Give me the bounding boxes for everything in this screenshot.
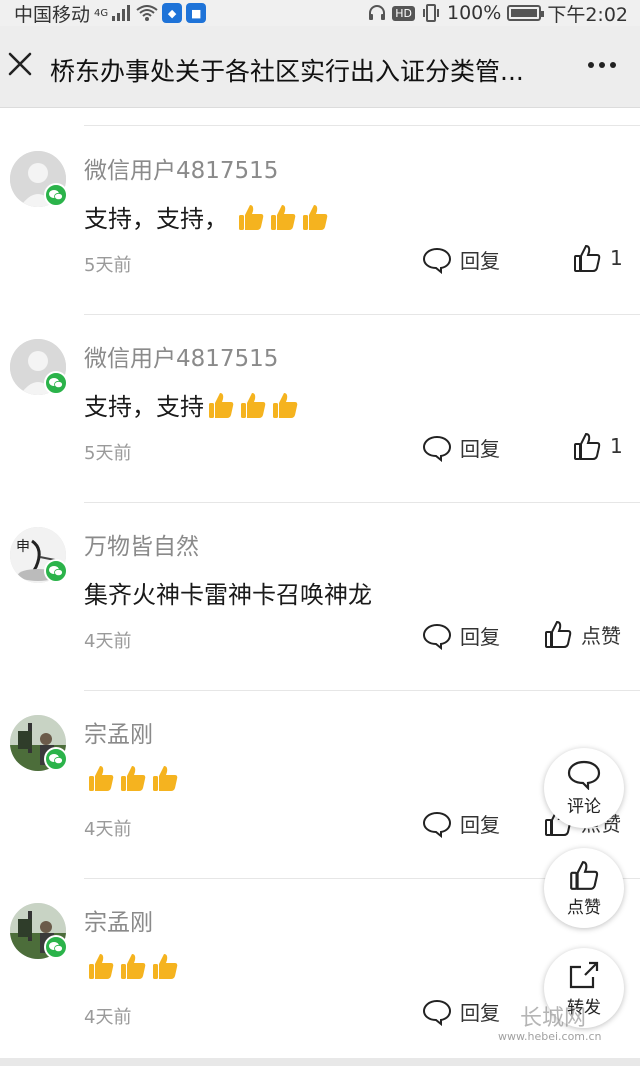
avatar[interactable]: [10, 715, 68, 771]
reply-button[interactable]: 回复: [422, 245, 500, 274]
comment-text: [84, 951, 180, 981]
wechat-icon: [44, 935, 68, 959]
thumbs-up-icon: [570, 860, 599, 890]
thumbs-up-icon: [574, 432, 601, 460]
thumbs-up-emoji: [204, 390, 300, 420]
comment-username[interactable]: 微信用户4817515: [84, 151, 278, 185]
comment-time: 4天前: [84, 819, 132, 840]
like-button[interactable]: 1: [572, 431, 623, 461]
comment-text: 集齐火神卡雷神卡召唤神龙: [84, 575, 372, 610]
watermark-url: www.hebei.com.cn: [498, 1030, 602, 1043]
close-icon[interactable]: [6, 50, 34, 78]
reply-bubble-icon: [422, 247, 452, 274]
reply-label: 回复: [460, 625, 500, 649]
comment-username[interactable]: 宗孟刚: [84, 903, 153, 937]
headset-icon: [368, 4, 386, 22]
wechat-icon: [44, 559, 68, 583]
avatar[interactable]: [10, 903, 68, 959]
avatar[interactable]: 申: [10, 527, 68, 583]
hd-badge: HD: [392, 5, 415, 21]
reply-bubble-icon: [422, 435, 452, 462]
comment-fab-label: 评论: [567, 796, 601, 817]
like-button[interactable]: 1: [572, 243, 623, 273]
comment-time: 4天前: [84, 631, 132, 652]
comment-text: 支持，支持，: [84, 199, 330, 234]
reply-label: 回复: [460, 437, 500, 461]
app-shield-icon: ◆: [162, 3, 183, 23]
comment-text-body: 集齐火神卡雷神卡召唤神龙: [84, 581, 372, 609]
thumbs-up-icon: [545, 620, 572, 648]
comment-bubble-icon: [567, 760, 601, 790]
wechat-icon: [44, 371, 68, 395]
reply-bubble-icon: [422, 623, 452, 650]
carrier-label: 中国移动: [14, 3, 91, 26]
comment-username[interactable]: 宗孟刚: [84, 715, 153, 749]
signal-icon: [112, 5, 132, 21]
comment-time: 4天前: [84, 1007, 132, 1028]
comment-text-body: 支持，支持: [84, 393, 204, 421]
network-label: 4G: [94, 7, 109, 19]
comment-item: 微信用户4817515 支持，支持 5天前 回复 1: [0, 315, 640, 503]
avatar[interactable]: [10, 151, 68, 207]
wechat-icon: [44, 747, 68, 771]
battery-percent: 100%: [447, 2, 502, 24]
like-count: 1: [610, 246, 623, 270]
comment-username[interactable]: 万物皆自然: [84, 527, 199, 561]
thumbs-up-emoji: [84, 763, 180, 793]
svg-text:申: 申: [16, 539, 30, 555]
like-count: 1: [610, 434, 623, 458]
page-title: 桥东办事处关于各社区实行出入证分类管...: [50, 57, 524, 86]
battery-icon: [507, 5, 545, 21]
reply-button[interactable]: 回复: [422, 809, 500, 838]
reply-label: 回复: [460, 813, 500, 837]
thumbs-up-emoji: [234, 202, 330, 232]
reply-bubble-icon: [422, 999, 452, 1026]
comment-time: 5天前: [84, 443, 132, 464]
reply-bubble-icon: [422, 811, 452, 838]
reply-button[interactable]: 回复: [422, 433, 500, 462]
like-label: 点赞: [581, 623, 621, 648]
reply-button[interactable]: 回复: [422, 621, 500, 650]
thumbs-up-icon: [574, 244, 601, 272]
clock: 下午2:02: [547, 3, 628, 26]
like-fab-button[interactable]: 点赞: [544, 848, 624, 928]
wifi-icon: [136, 5, 158, 21]
avatar[interactable]: [10, 339, 68, 395]
thumbs-up-emoji: [84, 951, 180, 981]
comment-text: 支持，支持: [84, 387, 300, 422]
comment-item: 申 万物皆自然 集齐火神卡雷神卡召唤神龙 4天前 回复 点赞: [0, 503, 640, 691]
comment-text: [84, 763, 180, 793]
status-bar: 中国移动 4G ◆ ■ HD 100% 下午2:02: [0, 0, 640, 26]
comment-username[interactable]: 微信用户4817515: [84, 339, 278, 373]
like-button[interactable]: 点赞: [543, 619, 621, 649]
share-icon: [569, 961, 599, 988]
reply-label: 回复: [460, 1001, 500, 1025]
title-bar: 桥东办事处关于各社区实行出入证分类管...: [0, 26, 640, 108]
more-icon[interactable]: [588, 62, 616, 68]
reply-button[interactable]: 回复: [422, 997, 500, 1026]
reply-label: 回复: [460, 249, 500, 273]
watermark-logo: 长城网: [520, 1006, 587, 1031]
wechat-icon: [44, 183, 68, 207]
comment-fab-button[interactable]: 评论: [544, 748, 624, 828]
comment-text-body: 支持，支持，: [84, 205, 228, 233]
bottom-bar: [0, 1058, 640, 1066]
comment-item: 微信用户4817515 支持，支持， 5天前 回复 1: [0, 127, 640, 315]
divider: [84, 125, 640, 126]
vibrate-icon: [421, 4, 441, 22]
comment-time: 5天前: [84, 255, 132, 276]
like-fab-label: 点赞: [567, 897, 601, 918]
app-notification-icon: ■: [186, 3, 207, 23]
